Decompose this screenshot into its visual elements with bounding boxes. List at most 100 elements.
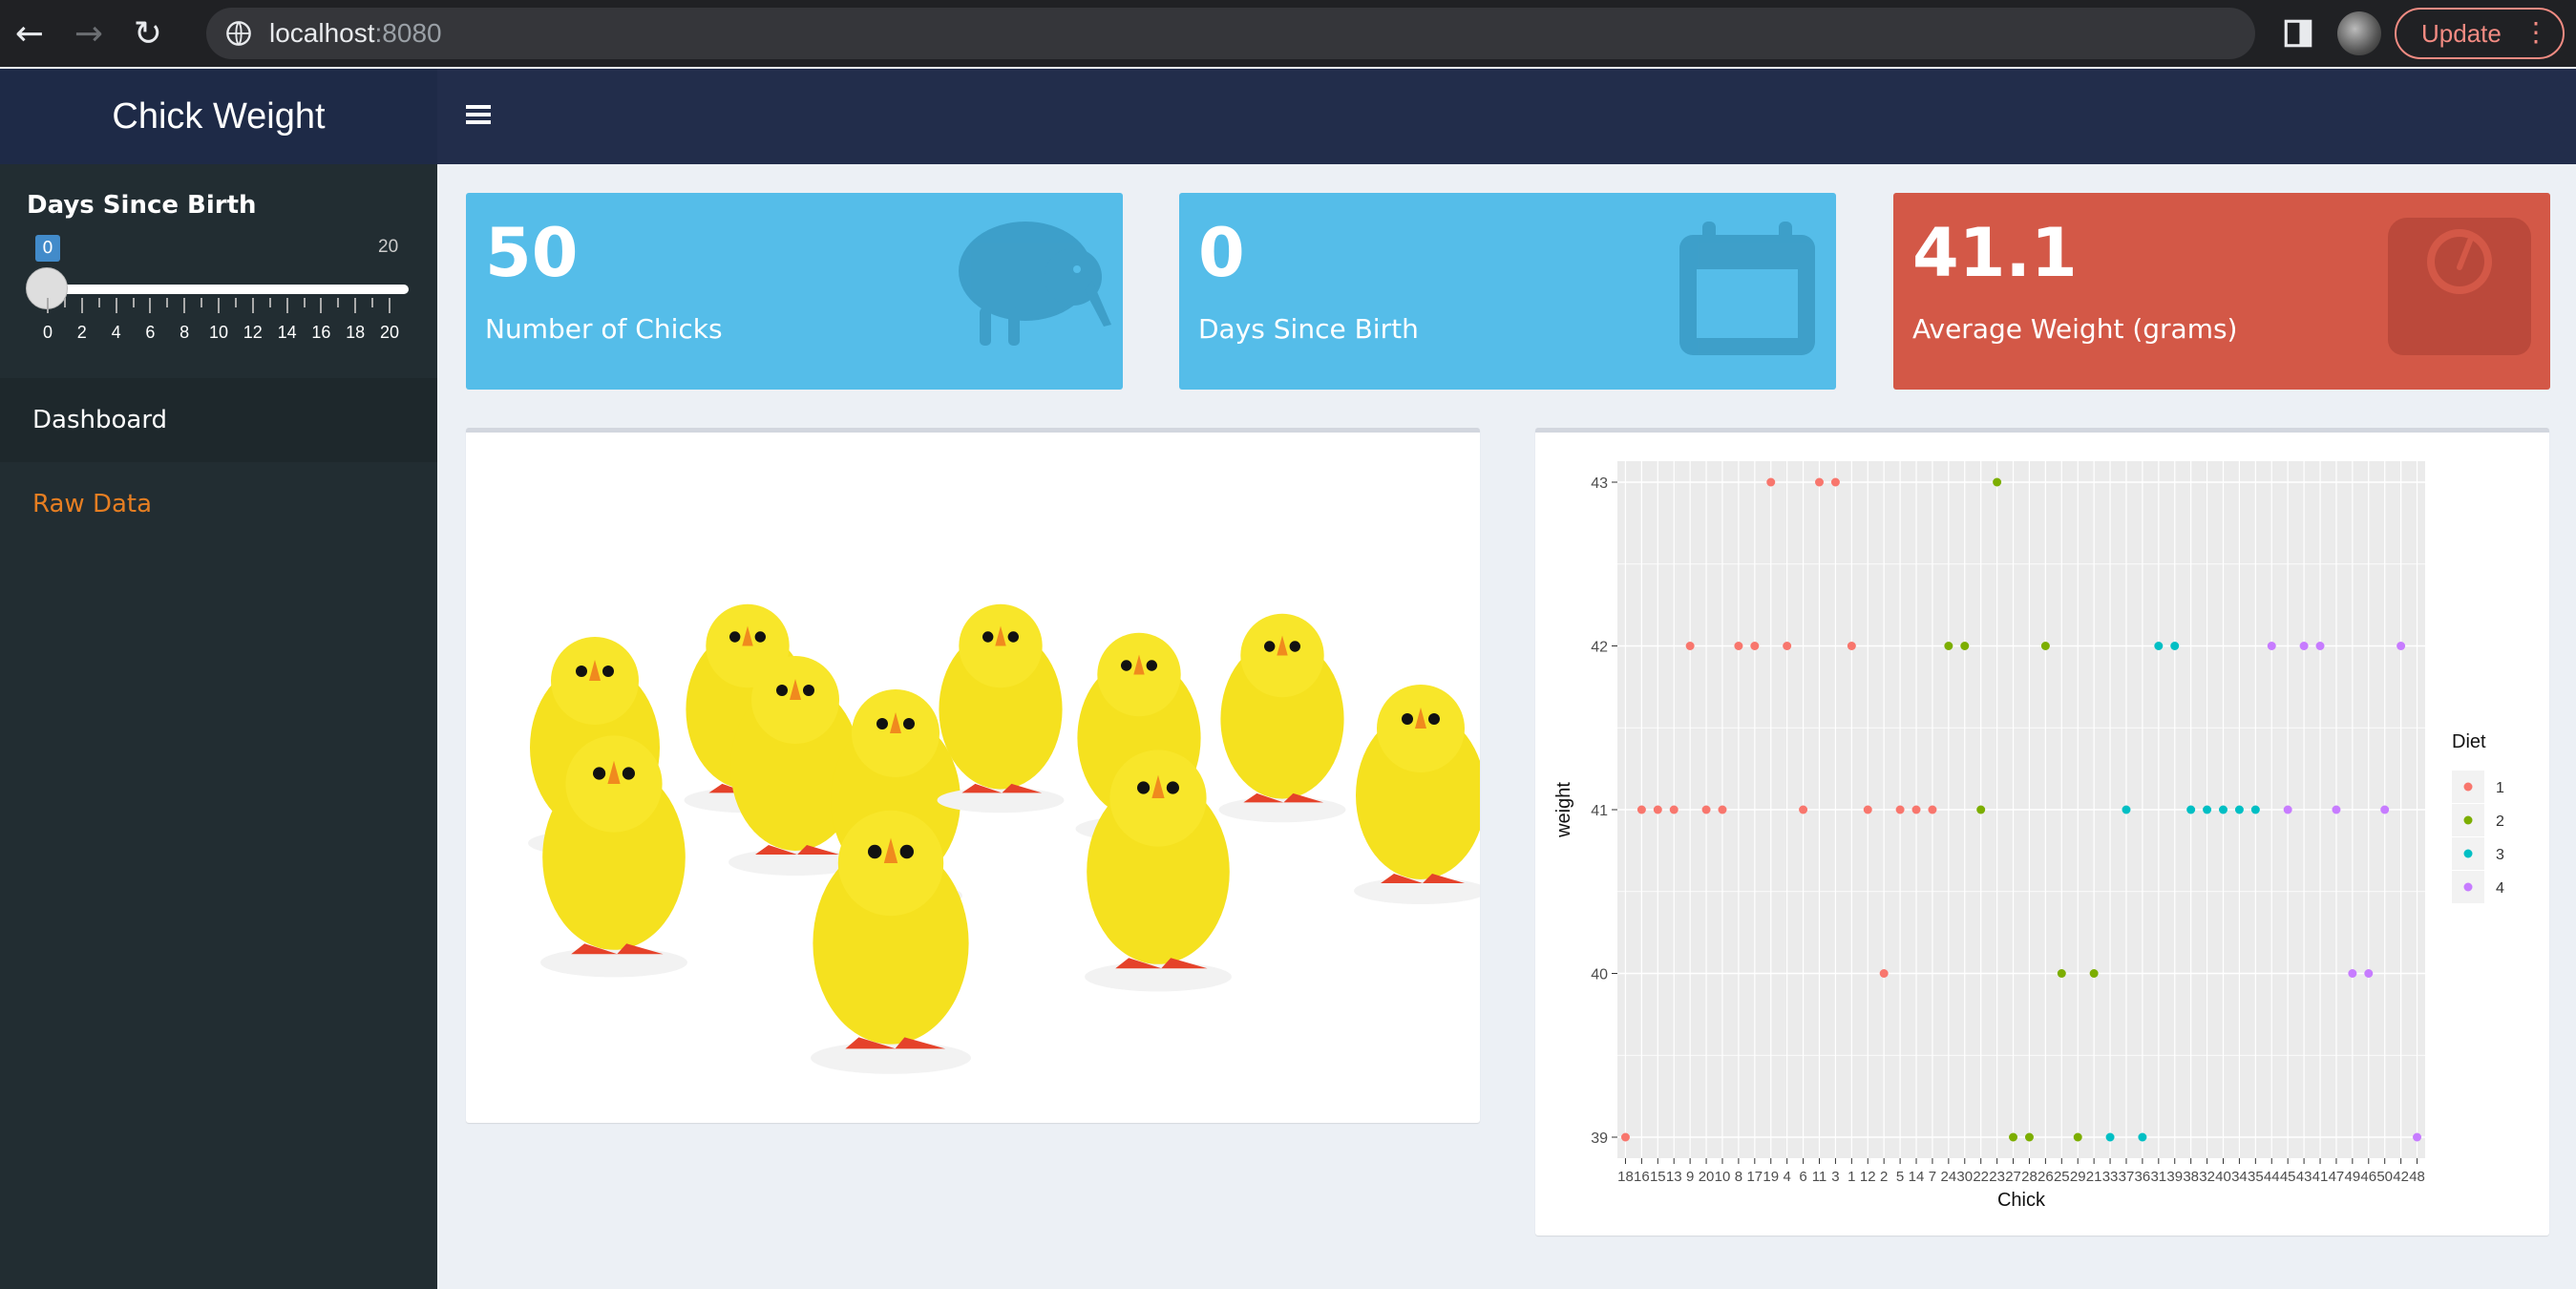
profile-avatar[interactable] bbox=[2337, 11, 2381, 55]
x-tick-label: 50 bbox=[2376, 1169, 2393, 1185]
data-point bbox=[1928, 805, 1937, 814]
chick-figure bbox=[1354, 685, 1488, 904]
x-tick-label: 2 bbox=[1880, 1169, 1888, 1185]
address-bar[interactable]: localhost:8080 bbox=[206, 8, 2255, 59]
value-box-label: Average Weight (grams) bbox=[1912, 313, 2238, 345]
x-tick-label: 8 bbox=[1735, 1169, 1742, 1185]
x-tick-label: 28 bbox=[2021, 1169, 2038, 1185]
x-tick-label: 16 bbox=[1634, 1169, 1650, 1185]
slider-tick bbox=[115, 298, 117, 313]
sidebar-item-dashboard[interactable]: Dashboard bbox=[0, 378, 437, 462]
slider-tick bbox=[285, 298, 288, 313]
update-button[interactable]: Update ⋮ bbox=[2395, 8, 2565, 59]
slider-tick-label: 12 bbox=[243, 323, 263, 342]
data-point bbox=[2315, 642, 2325, 650]
data-point bbox=[2267, 642, 2276, 650]
slider-tick-label: 0 bbox=[42, 323, 53, 342]
slider-ticks: 0 2 4 6 8 10 12 14 16 18 20 bbox=[0, 298, 437, 346]
x-tick-label: 25 bbox=[2054, 1169, 2070, 1185]
data-point bbox=[2170, 642, 2180, 650]
weight-scale-icon bbox=[2388, 218, 2531, 355]
forward-icon[interactable]: → bbox=[59, 0, 118, 67]
legend-label: 4 bbox=[2496, 880, 2504, 897]
data-point bbox=[1669, 805, 1679, 814]
data-point bbox=[2348, 969, 2357, 978]
slider-tick bbox=[97, 298, 100, 307]
x-tick-label: 9 bbox=[1686, 1169, 1694, 1185]
x-tick-label: 18 bbox=[1617, 1169, 1634, 1185]
data-point bbox=[2024, 1132, 2034, 1142]
data-point bbox=[2364, 969, 2374, 978]
data-point bbox=[2203, 805, 2212, 814]
side-panel-icon[interactable] bbox=[2282, 17, 2314, 50]
weight-scatter-chart: 394041424318 16 15 13 9 20 10 8 17 19 4 6 11 3 1 12 2 5 14… bbox=[1553, 461, 2504, 1211]
data-point bbox=[1766, 477, 1776, 487]
slider-track[interactable] bbox=[46, 285, 409, 294]
data-point bbox=[1685, 642, 1695, 650]
slider-tick bbox=[80, 298, 83, 313]
data-point bbox=[2122, 805, 2131, 814]
data-point bbox=[2332, 805, 2341, 814]
data-point bbox=[1944, 642, 1953, 650]
chicks-image bbox=[528, 603, 1488, 1074]
slider-tick bbox=[371, 298, 374, 307]
data-point bbox=[1783, 642, 1792, 650]
data-point bbox=[1718, 805, 1727, 814]
x-tick-label: 36 bbox=[2135, 1169, 2151, 1185]
data-point bbox=[1976, 805, 1986, 814]
slider-tick-label: 16 bbox=[311, 323, 331, 342]
back-icon[interactable]: ← bbox=[0, 0, 59, 67]
x-tick-label: 44 bbox=[2264, 1169, 2280, 1185]
data-point bbox=[2138, 1132, 2147, 1142]
slider-tick bbox=[389, 298, 391, 313]
slider-tick bbox=[183, 298, 186, 313]
x-tick-label: 31 bbox=[2150, 1169, 2166, 1185]
value-box-label: Days Since Birth bbox=[1198, 313, 1419, 345]
data-point bbox=[2397, 642, 2406, 650]
x-tick-label: 1 bbox=[1848, 1169, 1855, 1185]
x-tick-label: 6 bbox=[1799, 1169, 1806, 1185]
slider-tick bbox=[201, 298, 203, 307]
x-tick-label: 14 bbox=[1909, 1169, 1925, 1185]
data-point bbox=[2089, 969, 2099, 978]
chick-image-panel bbox=[466, 428, 1488, 1123]
data-point bbox=[1911, 805, 1921, 814]
slider-tick bbox=[251, 298, 254, 313]
slider-tick-label: 4 bbox=[111, 323, 121, 342]
x-tick-label: 42 bbox=[2393, 1169, 2409, 1185]
value-box-label: Number of Chicks bbox=[485, 313, 723, 345]
url-text: localhost:8080 bbox=[269, 18, 442, 48]
data-point bbox=[1830, 477, 1840, 487]
data-point bbox=[2057, 969, 2066, 978]
x-tick-label: 49 bbox=[2345, 1169, 2361, 1185]
top-navbar bbox=[437, 69, 2576, 164]
more-menu-icon[interactable]: ⋮ bbox=[2523, 19, 2549, 46]
kiwi-bird-icon bbox=[959, 222, 1111, 346]
legend-swatch bbox=[2463, 882, 2473, 892]
x-tick-label: 24 bbox=[1941, 1169, 1957, 1185]
site-info-icon[interactable] bbox=[225, 20, 252, 47]
y-tick-label: 39 bbox=[1591, 1131, 1608, 1147]
x-tick-label: 10 bbox=[1715, 1169, 1731, 1185]
y-axis-title: weight bbox=[1553, 782, 1574, 838]
data-point bbox=[2219, 805, 2228, 814]
hamburger-menu-icon[interactable] bbox=[466, 101, 491, 128]
x-tick-label: 27 bbox=[2005, 1169, 2021, 1185]
data-point bbox=[2040, 642, 2050, 650]
reload-icon[interactable]: ↻ bbox=[118, 0, 178, 67]
x-tick-label: 41 bbox=[2312, 1169, 2329, 1185]
slider-tick bbox=[337, 298, 340, 307]
data-point bbox=[2413, 1132, 2422, 1142]
x-tick-label: 12 bbox=[1860, 1169, 1876, 1185]
x-tick-label: 23 bbox=[1989, 1169, 2005, 1185]
chick-figure bbox=[1218, 613, 1346, 823]
x-tick-label: 22 bbox=[1973, 1169, 1989, 1185]
data-point bbox=[1960, 642, 1970, 650]
sidebar: Days Since Birth 0 20 0 2 4 6 8 10 12 14 16 18 20 … bbox=[0, 164, 437, 1289]
data-point bbox=[1734, 642, 1743, 650]
x-tick-label: 29 bbox=[2070, 1169, 2086, 1185]
x-tick-label: 26 bbox=[2038, 1169, 2054, 1185]
slider-tick bbox=[166, 298, 169, 307]
x-tick-label: 43 bbox=[2296, 1169, 2312, 1185]
sidebar-item-raw-data[interactable]: Raw Data bbox=[0, 462, 437, 546]
